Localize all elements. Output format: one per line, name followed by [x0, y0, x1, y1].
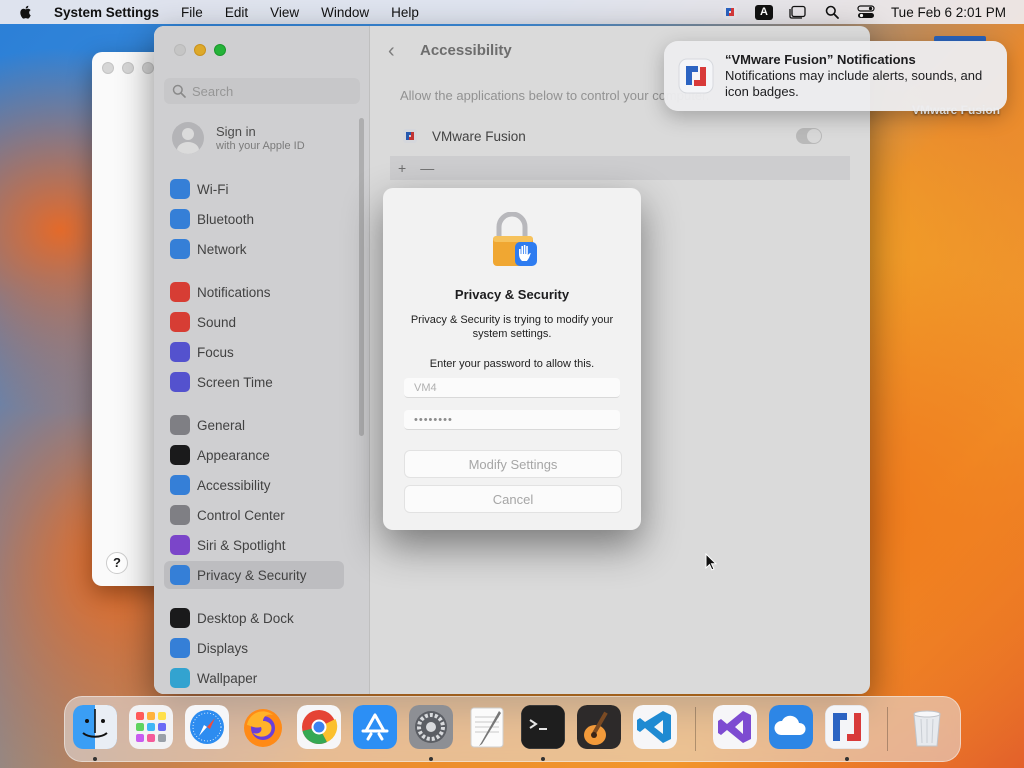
menu-window[interactable]: Window	[321, 5, 369, 20]
mouse-pointer-icon	[705, 553, 717, 571]
notification-body: Notifications may include alerts, sounds…	[725, 68, 983, 99]
cancel-button[interactable]: Cancel	[404, 485, 622, 513]
dock	[64, 696, 961, 762]
dock-separator	[887, 707, 888, 751]
dialog-message: Privacy & Security is trying to modify y…	[410, 314, 614, 340]
dialog-title: Privacy & Security	[454, 287, 570, 302]
menu-clock[interactable]: Tue Feb 6 2:01 PM	[891, 5, 1006, 20]
running-indicator	[93, 757, 97, 761]
menu-edit[interactable]: Edit	[225, 5, 248, 20]
zoom-button[interactable]	[142, 62, 154, 74]
dialog-prompt: Enter your password to allow this.	[429, 358, 595, 370]
running-indicator	[429, 757, 433, 761]
launchpad-icon[interactable]	[129, 705, 173, 749]
cloud-app-icon[interactable]	[769, 705, 813, 749]
control-center-icon[interactable]	[857, 4, 875, 20]
apple-icon[interactable]	[18, 4, 34, 20]
finder-icon[interactable]	[73, 705, 117, 749]
help-button[interactable]: ?	[106, 552, 128, 574]
running-indicator	[541, 757, 545, 761]
auth-dialog: Privacy & Security Privacy & Security is…	[383, 188, 641, 530]
chrome-icon[interactable]	[297, 705, 341, 749]
password-field[interactable]: ••••••••	[404, 410, 620, 430]
notification-title: “VMware Fusion” Notifications	[725, 52, 916, 67]
menu-help[interactable]: Help	[391, 5, 419, 20]
minimize-button[interactable]	[122, 62, 134, 74]
dock-separator	[695, 707, 696, 751]
background-window-controls	[102, 62, 154, 74]
vscode-icon[interactable]	[633, 705, 677, 749]
vmware-fusion-icon[interactable]	[825, 705, 869, 749]
app-store-icon[interactable]	[353, 705, 397, 749]
menu-file[interactable]: File	[181, 5, 203, 20]
vmware-fusion-icon	[678, 58, 714, 94]
terminal-icon[interactable]	[521, 705, 565, 749]
close-button[interactable]	[102, 62, 114, 74]
trash-icon[interactable]	[905, 705, 949, 749]
stage-manager-icon[interactable]	[789, 4, 807, 20]
notification-banner[interactable]: “VMware Fusion” Notifications Notificati…	[664, 41, 1007, 111]
lock-icon	[493, 212, 537, 266]
vmware-menu-extra-icon[interactable]	[721, 4, 739, 20]
menu-view[interactable]: View	[270, 5, 299, 20]
input-source-icon[interactable]: A	[754, 4, 773, 20]
visual-studio-icon[interactable]	[713, 705, 757, 749]
firefox-icon[interactable]	[241, 705, 285, 749]
garageband-icon[interactable]	[577, 705, 621, 749]
running-indicator	[845, 757, 849, 761]
username-field[interactable]: VM4	[404, 378, 620, 398]
menu-bar: System Settings File Edit View Window He…	[0, 0, 1024, 24]
menu-app-name[interactable]: System Settings	[54, 5, 159, 20]
spotlight-search-icon[interactable]	[823, 4, 841, 20]
safari-icon[interactable]	[185, 705, 229, 749]
textedit-icon[interactable]	[465, 705, 509, 749]
system-settings-icon[interactable]	[409, 705, 453, 749]
modify-settings-button[interactable]: Modify Settings	[404, 450, 622, 478]
